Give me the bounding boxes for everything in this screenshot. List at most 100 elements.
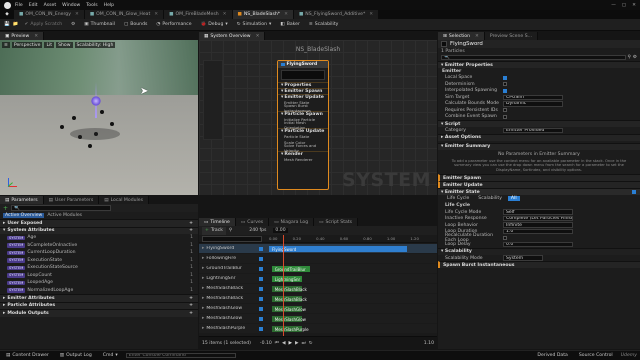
apply-scratch-button[interactable]: ✔ Apply Scratch xyxy=(21,21,65,29)
tab-user-parameters[interactable]: ▤ User Parameters xyxy=(43,196,100,204)
timeline-track-row[interactable]: ▸ MeshSlashBlack xyxy=(199,284,437,294)
life-cycle-value[interactable]: 1.0 xyxy=(503,228,573,235)
life-cycle-checkbox[interactable] xyxy=(503,236,507,241)
filter-icon[interactable]: ⚲ xyxy=(229,228,232,233)
tab-curves[interactable]: ▭ Curves xyxy=(235,218,270,226)
maximize-icon[interactable]: ▢ xyxy=(622,3,626,8)
emitter-prop-checkbox[interactable] xyxy=(503,82,507,87)
go-end-icon[interactable]: ⏭ xyxy=(302,340,306,346)
param-row[interactable]: SYSTEM LoopedAge 1 xyxy=(0,279,198,287)
track-search-input[interactable] xyxy=(202,236,262,242)
section-emitter-properties[interactable]: ▾ Emitter Properties xyxy=(438,61,640,68)
track-enabled-checkbox[interactable] xyxy=(259,246,263,251)
timeline-track-row[interactable]: ▸ GroundTrailBlur xyxy=(199,264,437,274)
chevron-right-icon[interactable]: ▸ xyxy=(202,266,204,271)
viewport-menu-button[interactable]: ≡ xyxy=(2,42,10,48)
perspective-button[interactable]: Perspective xyxy=(11,42,43,48)
performance-button[interactable]: ◔ Performance xyxy=(153,21,194,29)
cmd-dropdown[interactable]: Cmd ▾ xyxy=(100,352,121,360)
timeline-track-row[interactable]: ▸ MeshSlashBlack xyxy=(199,294,437,304)
bounds-button[interactable]: ▢ Bounds xyxy=(121,21,150,29)
chevron-right-icon[interactable]: ▸ xyxy=(202,306,204,311)
section-asset-options[interactable]: ▸ Asset Options xyxy=(438,133,640,141)
track-enabled-checkbox[interactable] xyxy=(259,276,263,281)
output-log-button[interactable]: ▥ Output Log xyxy=(57,352,95,360)
tab-local-modules[interactable]: ▤ Local Modules xyxy=(99,196,150,204)
track-enabled-checkbox[interactable] xyxy=(259,266,263,271)
filter-icon[interactable]: ⚲ xyxy=(628,55,631,60)
step-forward-icon[interactable]: ▶ xyxy=(295,341,299,346)
emitter-prop-checkbox[interactable] xyxy=(503,88,507,93)
track-enabled-checkbox[interactable] xyxy=(259,256,263,261)
content-drawer-button[interactable]: ▤ Content Drawer xyxy=(3,352,52,360)
track-bar[interactable]: MeshSlashGlow xyxy=(271,306,306,312)
source-control-button[interactable]: Source Control xyxy=(576,352,616,360)
timeline-track-row[interactable]: ▸ MeshSlashGlow xyxy=(199,304,437,314)
step-back-icon[interactable]: ◀ xyxy=(282,341,286,346)
section-emitter-update[interactable]: Emitter Update xyxy=(438,181,640,189)
param-section[interactable]: ▾ System Attributes + xyxy=(0,226,198,234)
timeline-track-row[interactable]: ▸ LightningSnr xyxy=(199,274,437,284)
track-bar[interactable]: MeshSlashBlack xyxy=(271,286,307,292)
tab-timeline[interactable]: ▭ Timeline xyxy=(199,218,236,226)
play-icon[interactable]: ▶ xyxy=(288,341,292,346)
emitter-enable-checkbox[interactable] xyxy=(281,62,285,67)
scalability-mode-select[interactable]: System xyxy=(503,255,543,261)
life-cycle-value[interactable]: 0.0 xyxy=(503,241,573,248)
browse-icon[interactable]: 📁 xyxy=(13,22,19,27)
scalability-badge[interactable]: Scalability: High xyxy=(74,42,116,48)
param-row[interactable]: SYSTEM CurrentLoopDuration 1 xyxy=(0,249,198,257)
life-cycle-value[interactable]: Self xyxy=(503,209,573,215)
tab-preview[interactable]: ▣ Preview ✕ xyxy=(0,32,45,40)
doc-tab[interactable]: ■ OM_FireBladeMesh ✕ xyxy=(164,10,233,19)
emitter-prop-checkbox[interactable] xyxy=(503,108,507,113)
chevron-right-icon[interactable]: ▸ xyxy=(202,296,204,301)
param-section[interactable]: ▸ Particle Attributes + xyxy=(0,301,198,309)
section-emitter-summary[interactable]: ▾ Emitter Summary xyxy=(438,142,640,150)
chevron-right-icon[interactable]: ▸ xyxy=(202,246,204,251)
timeline-track-row[interactable]: ▸ MeshSlashGlow xyxy=(199,314,437,324)
emitter-node-header[interactable]: FlyingSword xyxy=(278,61,328,68)
param-row[interactable]: SYSTEM ExecutionStateSource 1 xyxy=(0,264,198,272)
timeline-track-row[interactable]: ▸ MeshSlashPurple xyxy=(199,324,437,334)
parameters-search-input[interactable]: 🔍 xyxy=(11,205,112,211)
scalability-button[interactable]: ≡ Scalability xyxy=(306,21,341,29)
state-tab[interactable]: All xyxy=(507,196,520,202)
timeline-track-row[interactable]: ▸ FollowingFire xyxy=(199,254,437,264)
track-bar[interactable]: MeshSlashGlow xyxy=(271,316,306,322)
chevron-right-icon[interactable]: ▸ xyxy=(202,286,204,291)
param-row[interactable]: SYSTEM NormalizedLoopAge 1 xyxy=(0,287,198,295)
param-row[interactable]: SYSTEM bCompleteOnInactive 1 xyxy=(0,242,198,250)
param-section[interactable]: ▸ User Exposed + xyxy=(0,219,198,227)
node-module-item[interactable]: Solve Forces and Velocity xyxy=(278,143,328,153)
track-bar[interactable]: MeshSlashBlack xyxy=(271,296,307,302)
node-section[interactable]: ▾ Particle Spawn xyxy=(278,111,328,117)
emitter-prop-select[interactable]: Dynamic xyxy=(503,101,563,107)
tab-parameters[interactable]: ▤ Parameters xyxy=(0,196,44,204)
baker-button[interactable]: ◧ Baker xyxy=(277,21,303,29)
selection-search-input[interactable]: 🔍 xyxy=(441,54,626,61)
compile-button[interactable]: ⚙ xyxy=(68,21,78,29)
close-icon[interactable]: ✕ xyxy=(369,12,373,17)
show-button[interactable]: Show xyxy=(56,42,73,48)
param-row[interactable]: SYSTEM ExecutionState 1 xyxy=(0,257,198,265)
loop-icon[interactable]: ↻ xyxy=(309,341,313,346)
ue-home-icon[interactable]: ◆ xyxy=(0,12,14,17)
state-tab[interactable]: Life Cycle xyxy=(444,196,472,201)
emitter-prop-checkbox[interactable] xyxy=(503,114,507,119)
preview-viewport[interactable]: ➤ ≡ Perspective Lit Show Scalability: Hi… xyxy=(0,40,198,195)
range-end[interactable]: 1.10 xyxy=(424,341,434,346)
range-start[interactable]: -0.10 xyxy=(260,341,272,346)
menu-item-help[interactable]: Help xyxy=(104,3,114,8)
node-module-item[interactable]: Initial Mesh Orientation xyxy=(278,120,328,130)
tab-script-stats[interactable]: ▭ Script Stats xyxy=(314,218,359,226)
track-bar[interactable]: GroundTrailBlur xyxy=(271,266,311,272)
doc-tab[interactable]: ■ NS_FlyingSword_Additive* ✕ xyxy=(293,10,380,19)
emitter-node[interactable]: FlyingSword ▾ Properties ▾ Emitter Spawn ▾ Em… xyxy=(277,60,329,190)
close-icon[interactable]: ✕ xyxy=(475,34,479,39)
chevron-right-icon[interactable]: ▸ xyxy=(202,276,204,281)
debug-button[interactable]: 🐞 Debug ▾ xyxy=(198,21,231,29)
close-icon[interactable]: ✕ xyxy=(284,12,288,17)
section-scalability[interactable]: ▾ Scalability xyxy=(438,247,640,255)
node-module-item[interactable]: Mesh Renderer xyxy=(278,157,328,163)
